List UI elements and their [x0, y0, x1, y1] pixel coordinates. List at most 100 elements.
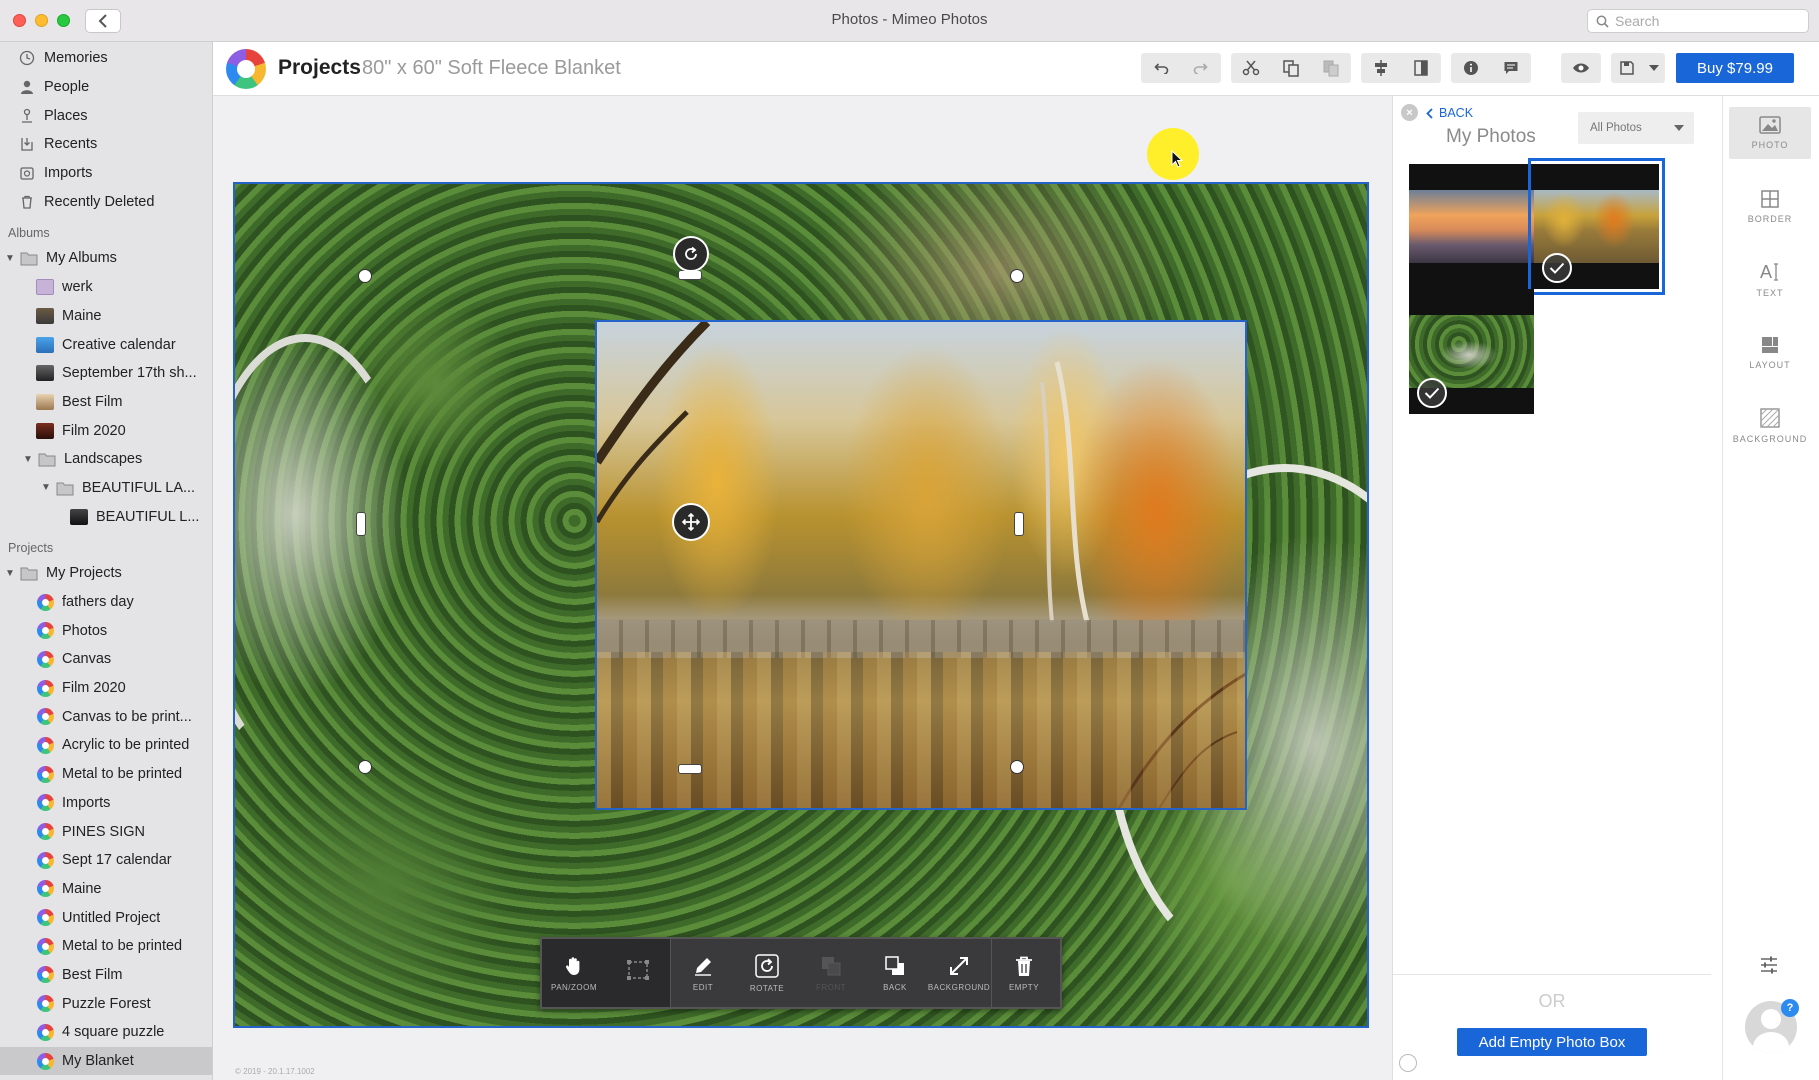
sidebar-item-memories[interactable]: Memories — [0, 44, 212, 73]
back-link[interactable]: BACK — [1426, 106, 1473, 120]
sidebar-item-project[interactable]: Imports — [0, 789, 212, 818]
spread-button[interactable] — [1401, 53, 1441, 83]
sidebar-item-project[interactable]: Film 2020 — [0, 674, 212, 703]
align-button[interactable] — [1361, 53, 1401, 83]
pan-zoom-button[interactable]: PAN/ZOOM — [542, 939, 606, 1007]
sidebar-item-imports[interactable]: Imports — [0, 159, 212, 188]
sidebar-item-album[interactable]: Film 2020 — [0, 416, 212, 445]
help-badge[interactable]: ? — [1781, 999, 1799, 1017]
sidebar-item-album[interactable]: Maine — [0, 302, 212, 331]
rotate-button[interactable]: ROTATE — [735, 939, 799, 1007]
sidebar-item-folder[interactable]: ▼ BEAUTIFUL LA... — [0, 474, 212, 503]
empty-button[interactable]: EMPTY — [992, 939, 1056, 1007]
sidebar-item-my-projects[interactable]: ▼ My Projects — [0, 559, 212, 588]
thumbnail-image — [1409, 315, 1534, 388]
panel-divider — [1393, 974, 1711, 975]
memories-icon — [18, 49, 36, 67]
tool-layout[interactable]: LAYOUT — [1729, 327, 1811, 379]
resize-handle-bottom-left[interactable] — [358, 760, 372, 774]
project-icon — [36, 909, 54, 927]
photo-filter-select[interactable]: All Photos — [1578, 112, 1694, 144]
move-handle[interactable] — [672, 503, 710, 541]
send-to-back-button[interactable]: BACK — [863, 939, 927, 1007]
tool-photo[interactable]: PHOTO — [1729, 107, 1811, 159]
sidebar-item-album[interactable]: BEAUTIFUL L... — [0, 502, 212, 531]
redo-button[interactable] — [1181, 53, 1221, 83]
disclosure-triangle-icon[interactable]: ▼ — [4, 253, 16, 264]
sidebar-item-project[interactable]: Canvas — [0, 645, 212, 674]
sidebar-item-recently-deleted[interactable]: Recently Deleted — [0, 187, 212, 216]
resize-handle-top-left[interactable] — [358, 269, 372, 283]
photo-thumbnail-selected[interactable] — [1528, 158, 1665, 295]
folder-icon — [56, 479, 74, 497]
sidebar-item-project[interactable]: Canvas to be print... — [0, 702, 212, 731]
sidebar-item-project[interactable]: Photos — [0, 616, 212, 645]
resize-handle-bottom[interactable] — [678, 764, 702, 774]
buy-button[interactable]: Buy $79.99 — [1676, 53, 1794, 83]
search-input[interactable]: Search — [1587, 9, 1809, 33]
project-icon — [36, 708, 54, 726]
sidebar-item-project[interactable]: Metal to be printed — [0, 760, 212, 789]
background-fill-button[interactable]: BACKGROUND — [927, 939, 991, 1007]
add-empty-photo-box-button[interactable]: Add Empty Photo Box — [1457, 1028, 1647, 1056]
background-icon — [1760, 408, 1780, 428]
comment-button[interactable] — [1491, 53, 1531, 83]
sidebar-item-project[interactable]: PINES SIGN — [0, 817, 212, 846]
project-icon — [36, 880, 54, 898]
info-button[interactable] — [1451, 53, 1491, 83]
sidebar-item-project[interactable]: Metal to be printed — [0, 932, 212, 961]
sidebar-item-project[interactable]: Acrylic to be printed — [0, 731, 212, 760]
photo-thumbnail[interactable] — [1409, 289, 1534, 414]
sidebar-item-project[interactable]: My Blanket — [0, 1046, 212, 1076]
crop-button[interactable] — [606, 939, 670, 1007]
photo-thumbnail[interactable] — [1409, 164, 1534, 289]
paste-icon — [1323, 60, 1339, 77]
preview-button[interactable] — [1561, 53, 1601, 83]
disclosure-triangle-icon[interactable]: ▼ — [22, 454, 34, 465]
resize-handle-bottom-right[interactable] — [1010, 760, 1024, 774]
sidebar-item-album[interactable]: werk — [0, 273, 212, 302]
sidebar-item-project[interactable]: 4 square puzzle — [0, 1018, 212, 1047]
preview-group — [1561, 53, 1601, 83]
sidebar-item-project[interactable]: Puzzle Forest — [0, 989, 212, 1018]
sidebar-item-recents[interactable]: Recents — [0, 130, 212, 159]
copy-button[interactable] — [1271, 53, 1311, 83]
resize-handle-top-right[interactable] — [1010, 269, 1024, 283]
tool-border[interactable]: BORDER — [1729, 181, 1811, 233]
panel-resize-icon[interactable] — [1399, 1054, 1417, 1072]
resize-handle-left[interactable] — [356, 512, 366, 536]
sidebar-item-project[interactable]: Best Film — [0, 961, 212, 990]
album-thumbnail — [36, 336, 54, 354]
rotate-handle[interactable] — [673, 236, 709, 272]
edit-button[interactable]: EDIT — [671, 939, 735, 1007]
sidebar-item-album[interactable]: September 17th sh... — [0, 359, 212, 388]
sidebar-item-landscapes[interactable]: ▼ Landscapes — [0, 445, 212, 474]
sidebar-item-album[interactable]: Creative calendar — [0, 330, 212, 359]
sidebar-item-places[interactable]: Places — [0, 101, 212, 130]
settings-sliders-button[interactable] — [1759, 956, 1779, 979]
window-title: Photos - Mimeo Photos — [831, 11, 988, 28]
disclosure-triangle-icon[interactable]: ▼ — [40, 482, 52, 493]
save-menu-button[interactable] — [1643, 53, 1665, 83]
sidebar-item-people[interactable]: People — [0, 73, 212, 102]
disclosure-triangle-icon[interactable]: ▼ — [4, 568, 16, 579]
undo-button[interactable] — [1141, 53, 1181, 83]
resize-handle-right[interactable] — [1014, 512, 1024, 536]
close-panel-button[interactable]: × — [1401, 104, 1418, 121]
sidebar-item-project[interactable]: Maine — [0, 875, 212, 904]
photo-panel: × BACK My Photos All Photos OR Add Empty… — [1392, 96, 1722, 1080]
photo-box[interactable] — [595, 320, 1247, 810]
save-button[interactable] — [1611, 53, 1643, 83]
cut-button[interactable] — [1231, 53, 1271, 83]
tool-background[interactable]: BACKGROUND — [1729, 400, 1811, 452]
tool-text[interactable]: A TEXT — [1729, 254, 1811, 306]
sidebar-item-album[interactable]: Best Film — [0, 388, 212, 417]
sidebar-item-my-albums[interactable]: ▼ My Albums — [0, 244, 212, 273]
sidebar-item-project[interactable]: fathers day — [0, 588, 212, 617]
trash-icon — [1016, 956, 1032, 976]
paste-button[interactable] — [1311, 53, 1351, 83]
bring-to-front-button[interactable]: FRONT — [799, 939, 863, 1007]
sidebar-item-project[interactable]: Untitled Project — [0, 903, 212, 932]
cursor-icon — [1171, 150, 1184, 168]
sidebar-item-project[interactable]: Sept 17 calendar — [0, 846, 212, 875]
